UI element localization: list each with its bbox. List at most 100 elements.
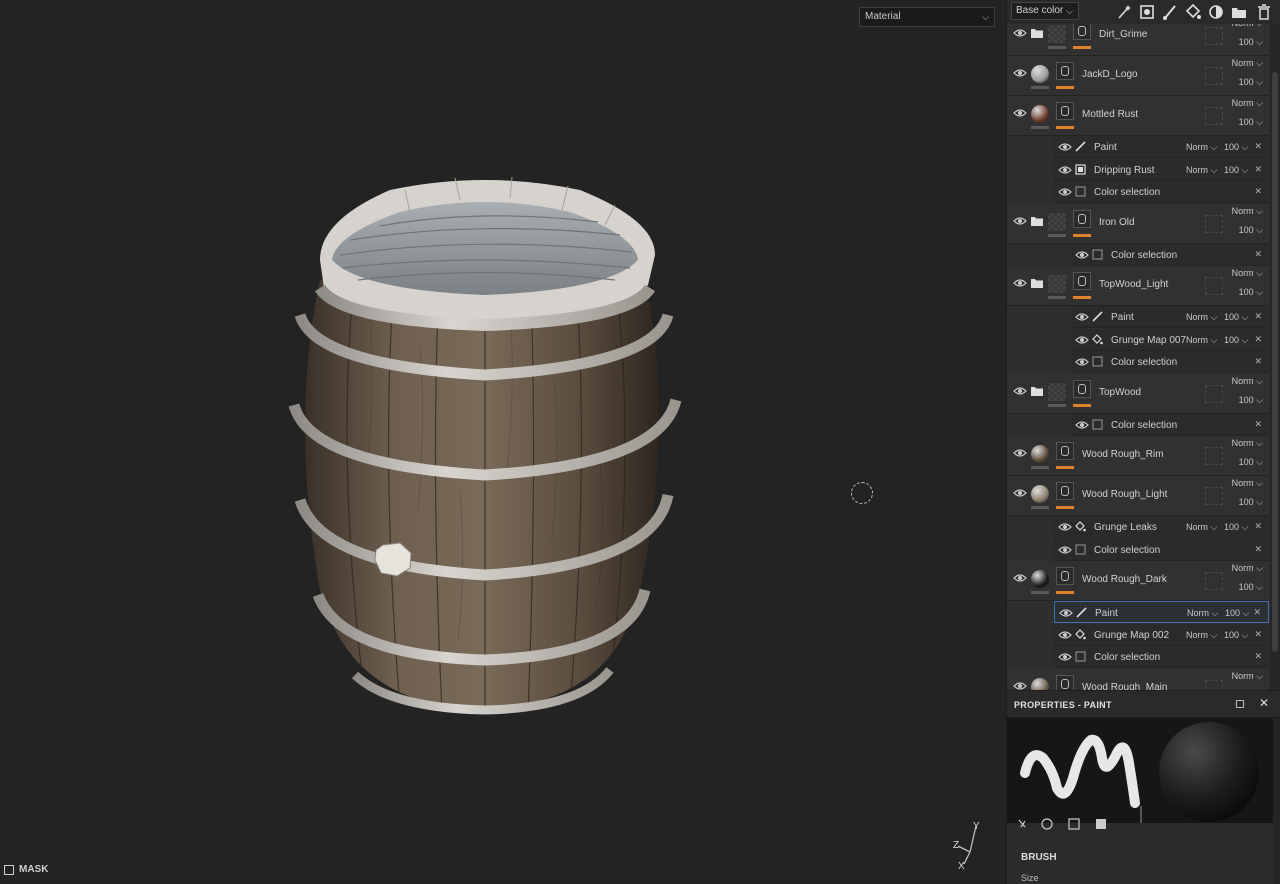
layer-mask-thumbnail[interactable] xyxy=(1056,62,1074,80)
layer-mask-thumbnail[interactable] xyxy=(1056,674,1074,690)
visibility-eye-icon[interactable] xyxy=(1013,278,1027,288)
properties-tabs[interactable] xyxy=(1007,815,1273,833)
layer-effect-row[interactable]: Paint Norm ⌵ 100 ⌵ ✕ xyxy=(1054,601,1269,623)
3d-viewport[interactable]: Material ⌵ Y Z X MASK xyxy=(0,0,1006,884)
folder-icon[interactable] xyxy=(1230,3,1248,21)
visibility-eye-icon[interactable] xyxy=(1058,187,1072,197)
opacity-select[interactable]: 100 ⌵ xyxy=(1224,335,1248,346)
visibility-eye-icon[interactable] xyxy=(1058,545,1072,555)
layer-effect-row[interactable]: Grunge Leaks Norm ⌵ 100 ⌵ ✕ xyxy=(1054,516,1269,538)
layer-effect-row[interactable]: Grunge Map 002 Norm ⌵ 100 ⌵ ✕ xyxy=(1054,623,1269,646)
layer-effect-row[interactable]: Color selection ✕ xyxy=(1054,646,1269,668)
layer-stack[interactable]: Dirt_Grime Norm ⌵ 100 ⌵ JackD_Logo Norm ⌵ 100… xyxy=(1007,24,1269,690)
blend-mode-select[interactable]: Norm ⌵ xyxy=(1186,312,1217,323)
layer-effect-row[interactable]: Color selection ✕ xyxy=(1071,351,1269,373)
magic-wand-icon[interactable] xyxy=(1115,3,1133,21)
remove-effect-icon[interactable]: ✕ xyxy=(1254,651,1262,662)
mask-checkbox-icon[interactable] xyxy=(4,864,14,875)
layer-extra-mask-slot[interactable] xyxy=(1205,487,1223,505)
opacity-select[interactable]: 100 ⌵ xyxy=(1224,312,1248,323)
visibility-eye-icon[interactable] xyxy=(1075,312,1089,322)
layer-extra-mask-slot[interactable] xyxy=(1205,107,1223,125)
folder-icon[interactable] xyxy=(1030,27,1044,39)
layer-mask-thumbnail[interactable] xyxy=(1073,272,1091,290)
remove-effect-icon[interactable]: ✕ xyxy=(1254,419,1262,430)
layer-effect-row[interactable]: Grunge Map 007 Norm ⌵ 100 ⌵ ✕ xyxy=(1071,328,1269,351)
layer-mask-thumbnail[interactable] xyxy=(1073,209,1091,228)
layer-extra-mask-slot[interactable] xyxy=(1205,572,1223,590)
remove-effect-icon[interactable]: ✕ xyxy=(1254,164,1262,175)
layer-extra-mask-slot[interactable] xyxy=(1205,27,1223,45)
folder-icon[interactable] xyxy=(1030,277,1044,289)
layer-extra-mask-slot[interactable] xyxy=(1205,277,1223,295)
remove-effect-icon[interactable]: ✕ xyxy=(1254,311,1262,322)
visibility-eye-icon[interactable] xyxy=(1058,522,1072,532)
visibility-eye-icon[interactable] xyxy=(1058,652,1072,662)
blend-mode-select[interactable]: Norm ⌵ xyxy=(1232,376,1263,387)
opacity-select[interactable]: 100 ⌵ xyxy=(1239,457,1263,468)
remove-effect-icon[interactable]: ✕ xyxy=(1254,186,1262,197)
blend-mode-select[interactable]: Norm ⌵ xyxy=(1232,671,1263,682)
visibility-eye-icon[interactable] xyxy=(1013,448,1027,458)
layer-mask-thumbnail[interactable] xyxy=(1073,24,1091,40)
layer-row[interactable]: TopWood Norm ⌵ 100 ⌵ xyxy=(1007,373,1269,414)
barrel-model[interactable] xyxy=(280,160,690,720)
properties-scrollbar[interactable] xyxy=(1273,718,1280,884)
layer-row[interactable]: Wood Rough_Light Norm ⌵ 100 ⌵ xyxy=(1007,476,1269,516)
remove-effect-icon[interactable]: ✕ xyxy=(1254,544,1262,555)
layer-row[interactable]: Wood Rough_Dark Norm ⌵ 100 ⌵ xyxy=(1007,561,1269,601)
visibility-eye-icon[interactable] xyxy=(1013,68,1027,78)
opacity-select[interactable]: 100 ⌵ xyxy=(1239,395,1263,406)
layer-mask-thumbnail[interactable] xyxy=(1073,379,1091,398)
layer-extra-mask-slot[interactable] xyxy=(1205,214,1223,233)
layer-effect-row[interactable]: Color selection ✕ xyxy=(1071,413,1269,436)
blend-mode-select[interactable]: Norm ⌵ xyxy=(1186,165,1217,176)
layer-effect-row[interactable]: Color selection ✕ xyxy=(1071,243,1269,266)
remove-effect-icon[interactable]: ✕ xyxy=(1254,629,1262,640)
blend-mode-select[interactable]: Norm ⌵ xyxy=(1232,98,1263,109)
opacity-select[interactable]: 100 ⌵ xyxy=(1239,117,1263,128)
smart-material-icon[interactable] xyxy=(1207,3,1225,21)
opacity-select[interactable]: 100 ⌵ xyxy=(1239,77,1263,88)
layer-effect-row[interactable]: Color selection ✕ xyxy=(1054,538,1269,561)
blend-mode-select[interactable]: Norm ⌵ xyxy=(1232,563,1263,574)
layer-row[interactable]: Iron Old Norm ⌵ 100 ⌵ xyxy=(1007,203,1269,244)
remove-effect-icon[interactable]: ✕ xyxy=(1254,141,1262,152)
opacity-select[interactable]: 100 ⌵ xyxy=(1239,497,1263,508)
layer-extra-mask-slot[interactable] xyxy=(1205,384,1223,403)
layer-mask-thumbnail[interactable] xyxy=(1056,102,1074,120)
visibility-eye-icon[interactable] xyxy=(1058,142,1072,152)
remove-effect-icon[interactable]: ✕ xyxy=(1254,521,1262,532)
fill-mask-icon[interactable] xyxy=(1138,3,1156,21)
opacity-select[interactable]: 100 ⌵ xyxy=(1224,165,1248,176)
opacity-select[interactable]: 100 ⌵ xyxy=(1224,142,1248,153)
folder-icon[interactable] xyxy=(1030,385,1044,397)
layer-extra-mask-slot[interactable] xyxy=(1205,679,1223,690)
viewport-mode-select[interactable]: Material ⌵ xyxy=(859,7,995,27)
visibility-eye-icon[interactable] xyxy=(1075,357,1089,367)
blend-mode-select[interactable]: Norm ⌵ xyxy=(1232,206,1263,217)
layer-row[interactable]: Dirt_Grime Norm ⌵ 100 ⌵ xyxy=(1007,24,1269,56)
blend-mode-select[interactable]: Norm ⌵ xyxy=(1232,438,1263,449)
visibility-eye-icon[interactable] xyxy=(1013,28,1027,38)
opacity-select[interactable]: 100 ⌵ xyxy=(1239,37,1263,48)
remove-effect-icon[interactable]: ✕ xyxy=(1254,334,1262,345)
visibility-eye-icon[interactable] xyxy=(1058,630,1072,640)
opacity-select[interactable]: 100 ⌵ xyxy=(1239,287,1263,298)
mask-toggle[interactable]: MASK xyxy=(4,864,48,875)
folder-icon[interactable] xyxy=(1030,215,1044,227)
fill-bucket-icon[interactable] xyxy=(1184,3,1202,21)
visibility-eye-icon[interactable] xyxy=(1013,681,1027,691)
remove-effect-icon[interactable]: ✕ xyxy=(1253,607,1261,618)
visibility-eye-icon[interactable] xyxy=(1013,573,1027,583)
visibility-eye-icon[interactable] xyxy=(1013,488,1027,498)
blend-mode-select[interactable]: Norm ⌵ xyxy=(1232,24,1263,29)
close-icon[interactable]: ✕ xyxy=(1259,696,1269,710)
blend-mode-select[interactable]: Norm ⌵ xyxy=(1186,522,1217,533)
layer-stack-scrollbar[interactable] xyxy=(1270,24,1280,690)
paint-brush-icon[interactable] xyxy=(1161,3,1179,21)
float-panel-icon[interactable] xyxy=(1236,700,1244,708)
visibility-eye-icon[interactable] xyxy=(1013,108,1027,118)
layer-row[interactable]: Mottled Rust Norm ⌵ 100 ⌵ xyxy=(1007,96,1269,136)
layer-row[interactable]: TopWood_Light Norm ⌵ 100 ⌵ xyxy=(1007,266,1269,306)
